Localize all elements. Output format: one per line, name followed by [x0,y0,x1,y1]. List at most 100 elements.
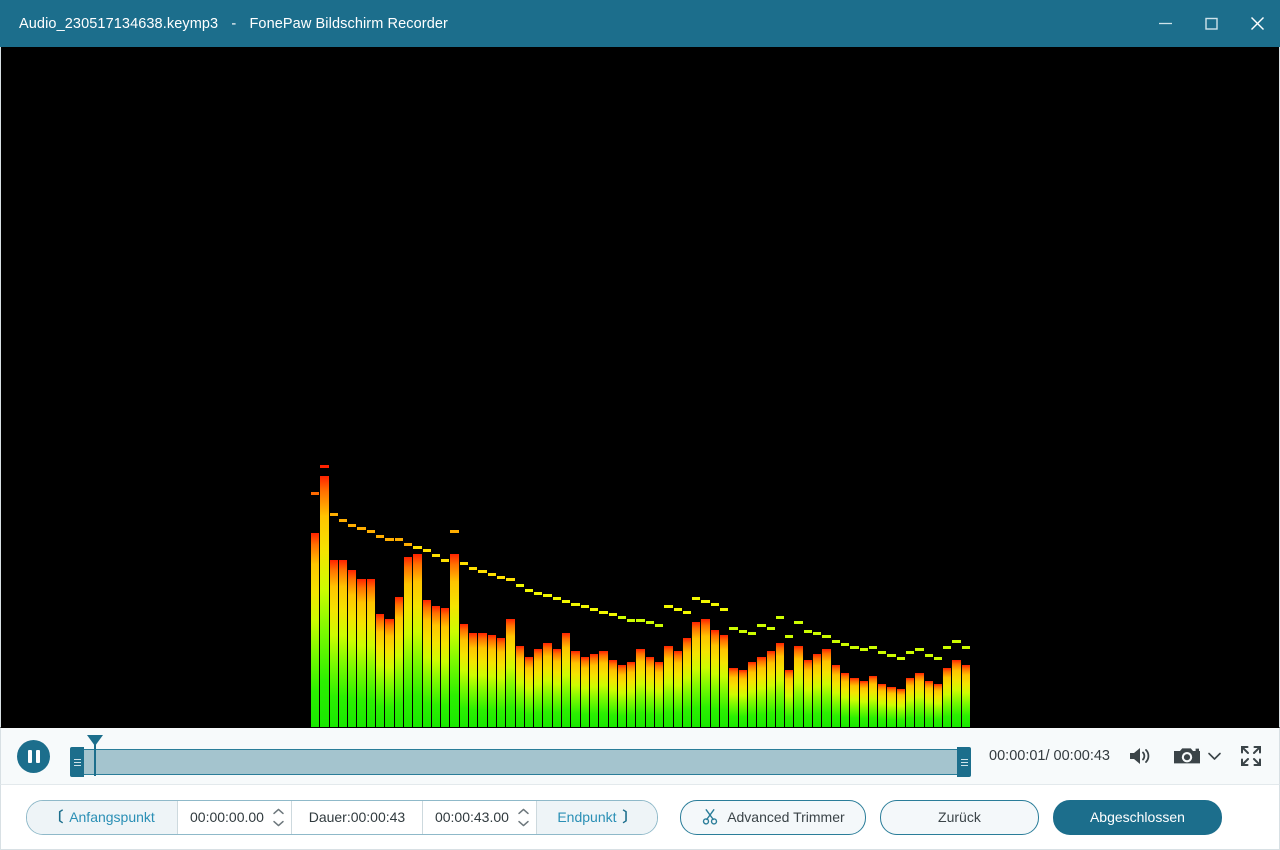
window-title: Audio_230517134638.keymp3 - FonePaw Bild… [19,16,448,32]
volume-button[interactable] [1127,744,1155,768]
spectrum-bar-body [915,673,924,727]
end-time-stepper[interactable] [517,808,530,827]
spectrum-bar-peak [896,656,905,660]
spectrum-bar-peak [813,632,822,636]
spectrum-bar-peak [710,602,720,606]
advanced-trimmer-label: Advanced Trimmer [727,809,845,825]
spectrum-bar-peak [673,607,682,611]
spectrum-bar [431,457,441,727]
spectrum-bar-peak [840,643,850,646]
chevron-down-icon[interactable] [517,820,530,827]
grip-line [960,764,968,766]
spectrum-bar-peak [487,572,496,576]
spectrum-bar-peak [682,610,692,614]
range-end-handle[interactable] [957,747,972,777]
scissors-icon [702,809,718,825]
end-point-button[interactable]: Endpunkt 〕 [536,800,657,834]
start-time-value: 00:00:00.00 [190,809,264,825]
spectrum-bar [422,457,432,727]
spectrum-bar [320,457,329,727]
spectrum-bar [459,457,469,727]
spectrum-bar-body [320,475,329,727]
spectrum-bar-body [961,664,971,727]
start-point-button[interactable]: 〔 Anfangspunkt [27,800,177,834]
spectrum-bar [543,457,552,727]
spectrum-bar [924,457,934,727]
spectrum-bar [720,457,729,727]
range-start-handle[interactable] [70,747,84,777]
spectrum-bar [813,457,822,727]
playback-trim-slider[interactable] [70,735,972,777]
spectrum-bar-peak [943,645,952,649]
advanced-trimmer-button[interactable]: Advanced Trimmer [679,799,866,835]
spectrum-bar-peak [664,605,673,609]
spectrum-bar-body [775,643,785,727]
spectrum-bar-peak [868,645,878,649]
spectrum-bar-peak [534,591,543,595]
preview-stage[interactable] [0,47,1280,727]
spectrum-bar-body [580,656,589,727]
spectrum-bar-peak [562,599,571,603]
spectrum-bar-body [831,664,840,727]
maximize-button[interactable] [1188,0,1234,47]
recorder-window: Audio_230517134638.keymp3 - FonePaw Bild… [0,0,1280,850]
spectrum-bar-body [803,659,813,727]
spectrum-bar [496,457,506,727]
spectrum-bar-body [357,578,366,727]
volume-icon [1130,748,1150,764]
spectrum-bar-peak [571,602,580,606]
spectrum-bar-peak [385,537,394,541]
spectrum-bar [562,457,571,727]
spectrum-bar [534,457,543,727]
chevron-up-icon[interactable] [517,808,530,815]
spectrum-bar-peak [831,640,840,644]
done-button[interactable]: Abgeschlossen [1052,799,1222,835]
back-button[interactable]: Zurück [879,799,1039,835]
spectrum-bar [878,457,887,727]
end-time-field[interactable]: 00:00:43.00 [421,800,537,834]
spectrum-bar [822,457,831,727]
spectrum-bar-body [376,613,385,727]
spectrum-bar [766,457,776,727]
spectrum-bar-peak [775,616,785,619]
spectrum-bar [747,457,757,727]
spectrum-bar-peak [933,656,943,660]
start-time-stepper[interactable] [272,808,285,827]
spectrum-bar [692,457,701,727]
minimize-button[interactable] [1142,0,1188,47]
playhead-marker[interactable] [87,735,104,776]
spectrum-bar-peak [617,616,627,619]
spectrum-bar [571,457,580,727]
spectrum-bar-peak [329,513,338,517]
start-time-field[interactable]: 00:00:00.00 [177,800,292,834]
spectrum-bar [394,457,404,727]
spectrum-bar-body [859,681,868,727]
spectrum-bar [840,457,850,727]
spectrum-bar-peak [924,653,933,657]
spectrum-bar [348,457,357,727]
spectrum-bar-peak [320,464,329,468]
spectrum-bar-peak [496,575,506,579]
spectrum-bar [524,457,534,727]
slider-track[interactable] [70,749,972,775]
spectrum-bar-body [543,643,552,727]
spectrum-bar-body [896,689,905,727]
grip-line [960,758,968,760]
spectrum-bar-body [701,619,710,727]
fullscreen-button[interactable] [1239,744,1263,768]
maximize-icon [1204,17,1218,30]
pause-button[interactable] [17,739,50,773]
chevron-down-icon[interactable] [272,820,285,827]
time-display: 00:00:01/ 00:00:43 [989,748,1110,764]
spectrum-bar-peak [878,651,887,655]
spectrum-bar-body [747,662,757,727]
chevron-up-icon[interactable] [272,808,285,815]
spectrum-bar [785,457,794,727]
spectrum-bar-body [431,605,441,727]
spectrum-bar [450,457,459,727]
snapshot-button[interactable] [1172,744,1202,768]
close-button[interactable] [1234,0,1280,47]
end-bracket-icon: 〕 [622,809,637,825]
spectrum-bar-peak [915,648,924,652]
snapshot-menu-button[interactable] [1207,750,1222,762]
